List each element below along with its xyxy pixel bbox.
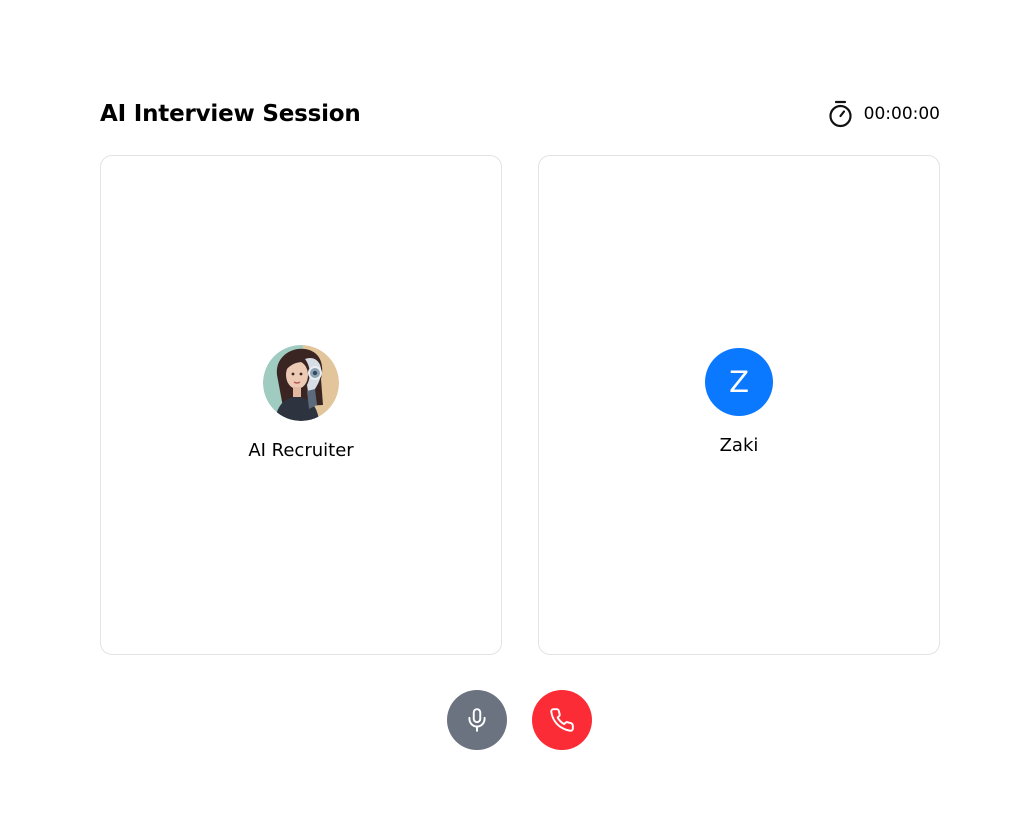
candidate-avatar: Z [705,348,773,416]
ai-recruiter-panel: AI Recruiter [100,155,502,655]
mute-button[interactable] [447,690,507,750]
participant-name: AI Recruiter [248,440,354,461]
candidate-panel: Z Zaki [538,155,940,655]
stopwatch-icon [829,100,852,128]
candidate-participant: Z Zaki [539,348,939,456]
timer-value: 00:00:00 [863,104,940,124]
session-header: AI Interview Session 00:00:00 [100,96,940,132]
ai-recruiter-avatar [263,345,339,421]
end-call-button[interactable] [532,690,592,750]
phone-icon [550,708,574,732]
participant-name: Zaki [719,435,759,456]
page-title: AI Interview Session [100,101,361,127]
call-timer: 00:00:00 [827,99,940,129]
microphone-icon [468,708,486,732]
ai-recruiter-participant: AI Recruiter [101,345,501,461]
call-controls [447,690,592,750]
